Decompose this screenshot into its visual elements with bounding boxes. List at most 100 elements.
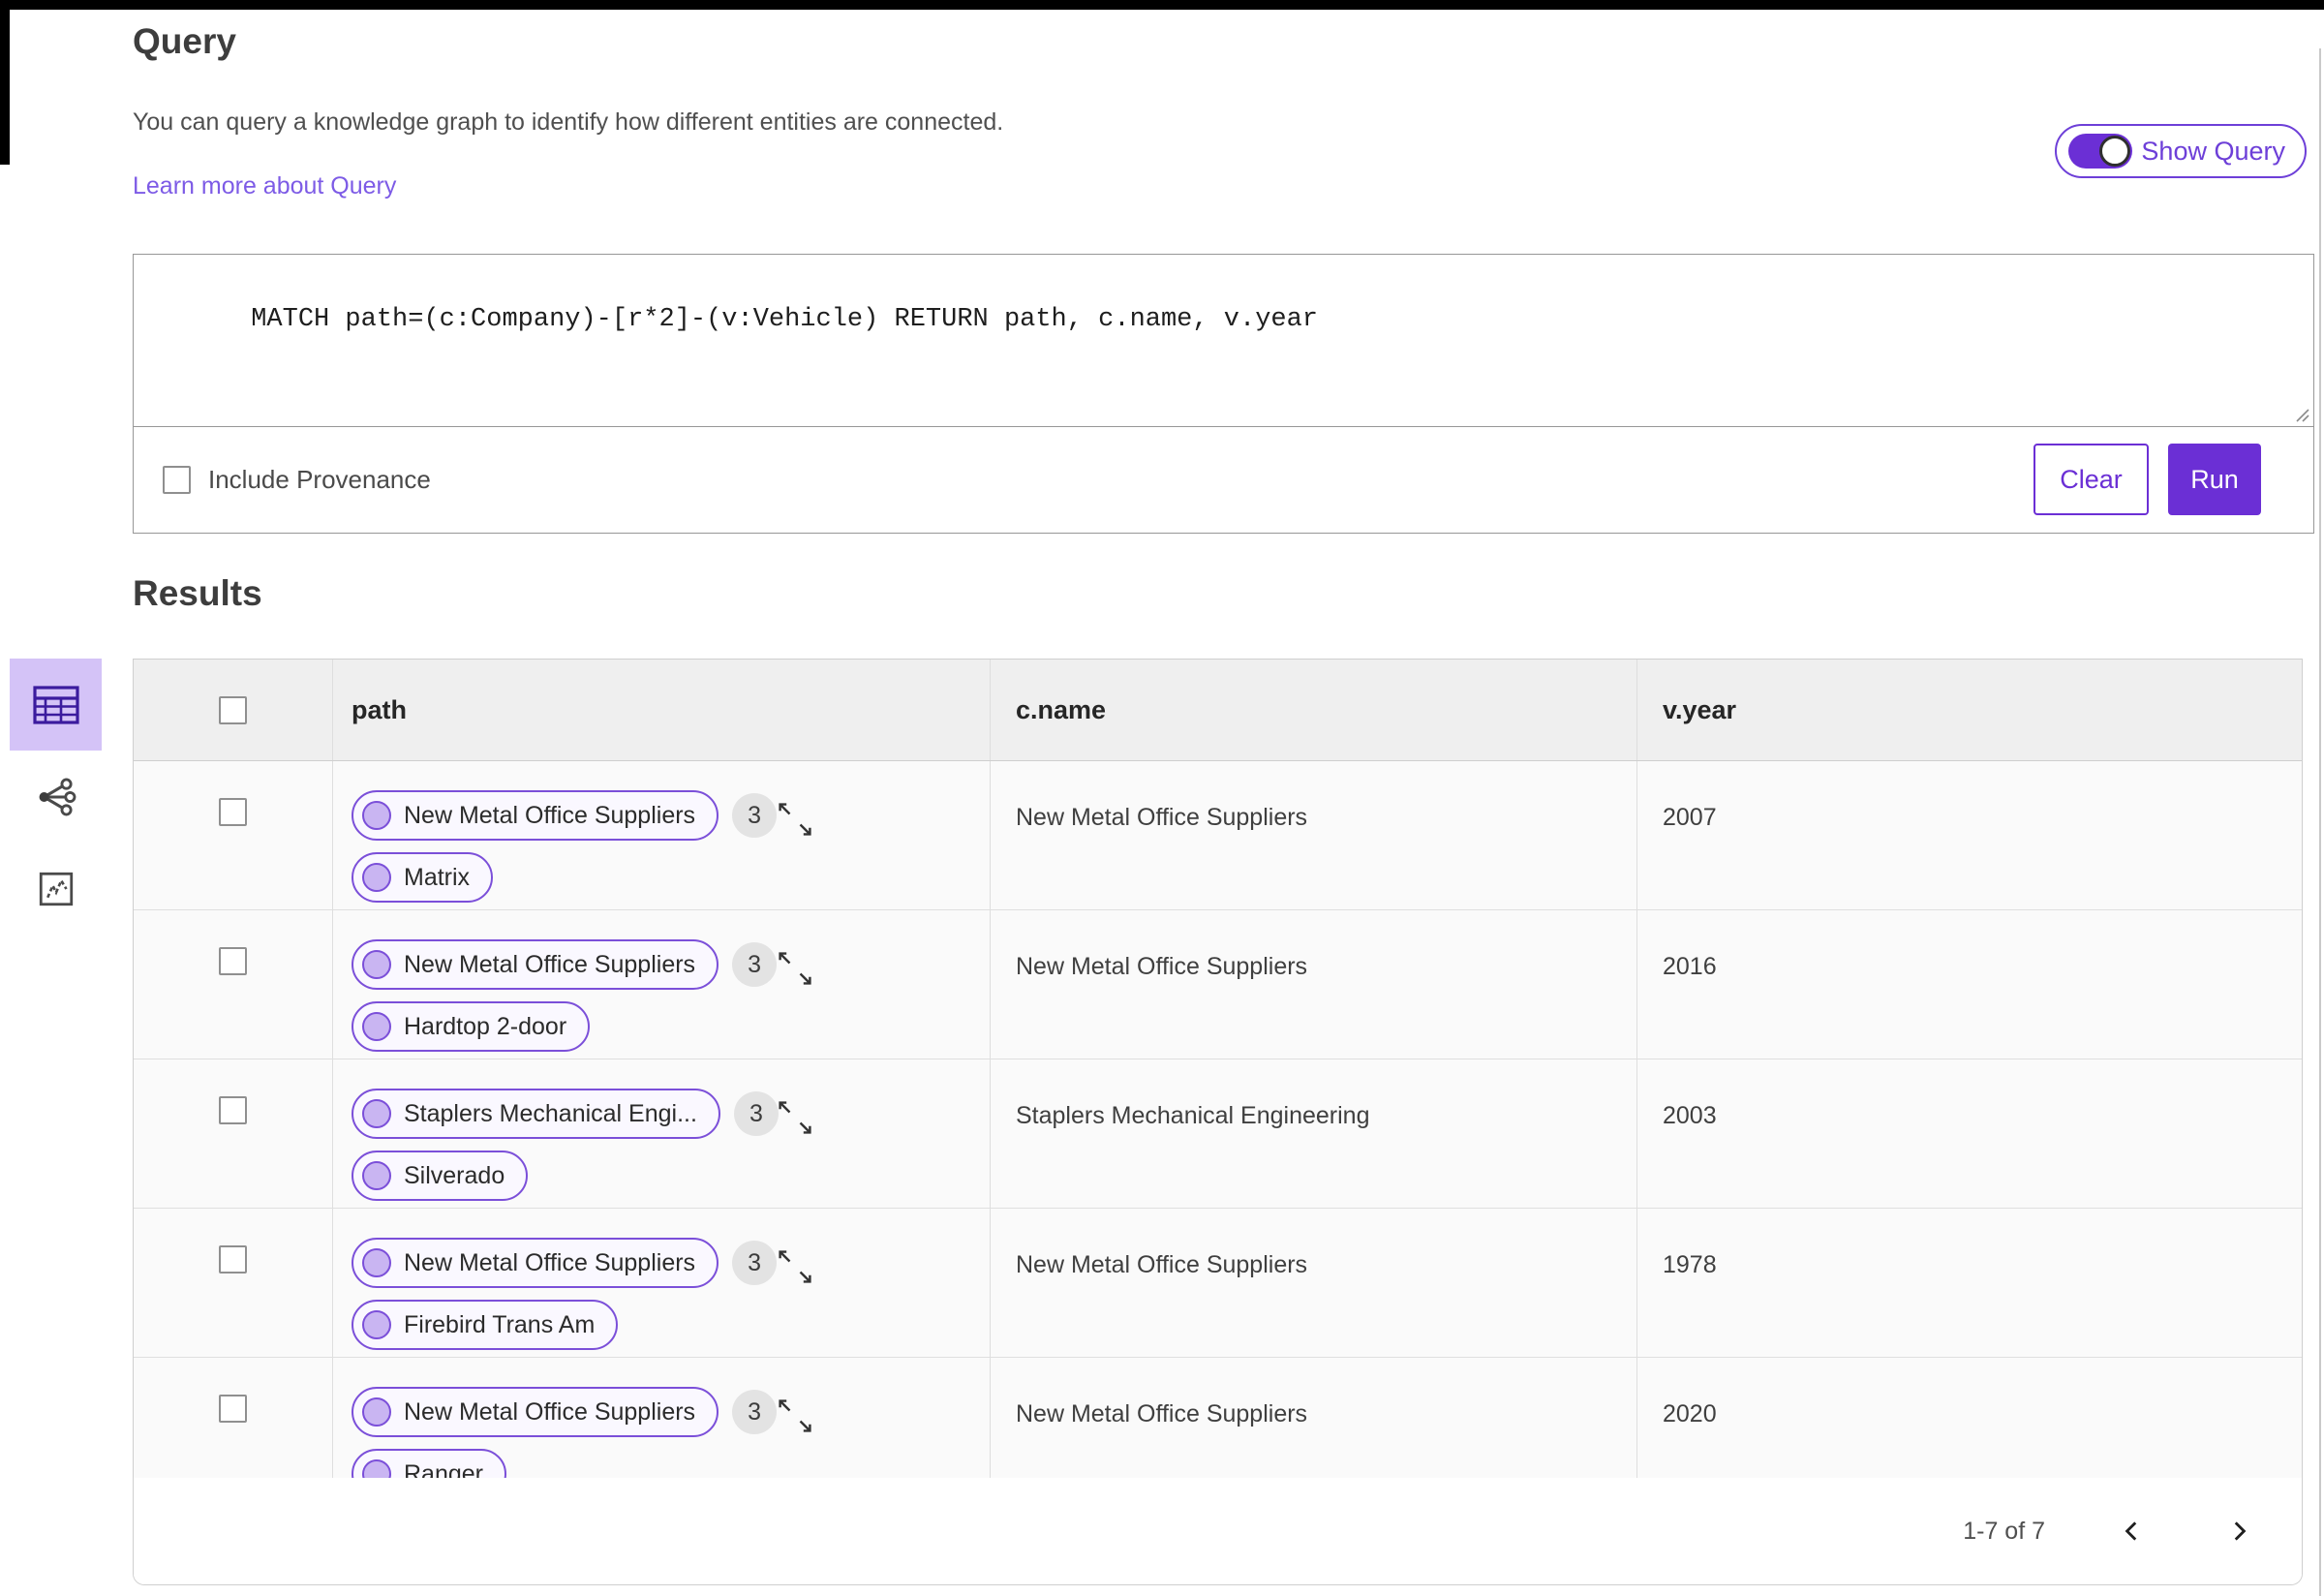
chevron-left-icon	[2125, 1521, 2137, 1541]
pagination-bar: 1-7 of 7	[134, 1478, 2302, 1584]
row-checkbox-cell	[134, 1358, 333, 1478]
query-page: Query You can query a knowledge graph to…	[0, 0, 2324, 1596]
path-node-pill[interactable]: Firebird Trans Am	[352, 1300, 619, 1350]
run-button[interactable]: Run	[2168, 444, 2261, 515]
cname-value: New Metal Office Suppliers	[1016, 1251, 1308, 1278]
row-checkbox-cell	[134, 910, 333, 1059]
path-node-label: Matrix	[404, 863, 471, 891]
table-row: New Metal Office Suppliers 3	[134, 910, 2302, 1059]
table-row: New Metal Office Suppliers 3	[134, 761, 2302, 910]
view-graph-button[interactable]	[10, 751, 102, 843]
vyear-value: 2007	[1663, 804, 1717, 831]
vyear-value: 2003	[1663, 1102, 1717, 1129]
node-icon	[362, 1099, 391, 1128]
vyear-cell: 2016	[1637, 910, 2302, 1059]
path-node-label: New Metal Office Suppliers	[404, 950, 696, 978]
query-input[interactable]: MATCH path=(c:Company)-[r*2]-(v:Vehicle)…	[134, 255, 2313, 427]
graph-view-icon	[39, 778, 76, 815]
vyear-cell: 1978	[1637, 1209, 2302, 1357]
include-provenance-label: Include Provenance	[208, 464, 431, 494]
row-checkbox[interactable]	[219, 947, 247, 975]
clear-button[interactable]: Clear	[2034, 444, 2149, 515]
node-icon	[362, 863, 391, 892]
include-provenance-checkbox[interactable]	[163, 465, 191, 494]
table-view-icon	[32, 685, 79, 724]
resize-handle-icon[interactable]	[2293, 406, 2310, 423]
row-checkbox[interactable]	[219, 1096, 247, 1124]
path-node-pill[interactable]: New Metal Office Suppliers	[352, 790, 719, 841]
vyear-cell: 2003	[1637, 1059, 2302, 1208]
path-node-pill[interactable]: Matrix	[352, 852, 494, 903]
column-header-cname: c.name	[991, 660, 1637, 760]
toggle-on-icon[interactable]	[2068, 134, 2133, 169]
expand-icon[interactable]	[774, 798, 816, 841]
scatter-view-icon	[39, 872, 73, 905]
path-node-label: New Metal Office Suppliers	[404, 801, 696, 829]
expand-icon[interactable]	[774, 1245, 816, 1288]
expand-icon[interactable]	[774, 947, 816, 990]
path-node-pill[interactable]: Staplers Mechanical Engi...	[352, 1089, 720, 1139]
window-left-border	[0, 0, 10, 165]
row-checkbox[interactable]	[219, 798, 247, 826]
show-query-label: Show Query	[2141, 136, 2285, 166]
chevron-right-icon	[2234, 1521, 2247, 1541]
path-count-badge: 3	[733, 1091, 779, 1136]
path-cell: Staplers Mechanical Engi... 3 Silverado	[333, 1059, 991, 1208]
cname-value: New Metal Office Suppliers	[1016, 804, 1308, 831]
view-table-button[interactable]	[10, 659, 102, 751]
results-view-rail	[10, 659, 102, 935]
row-checkbox-cell	[134, 1209, 333, 1357]
path-node-label: Firebird Trans Am	[404, 1310, 596, 1338]
select-all-checkbox[interactable]	[219, 695, 247, 724]
view-chart-button[interactable]	[10, 843, 102, 935]
path-cell: New Metal Office Suppliers 3	[333, 761, 991, 909]
path-node-pill[interactable]: New Metal Office Suppliers	[352, 1238, 719, 1288]
table-row: New Metal Office Suppliers 3	[134, 1358, 2302, 1478]
path-node-label: New Metal Office Suppliers	[404, 1397, 696, 1426]
vyear-cell: 2007	[1637, 761, 2302, 909]
pagination-range: 1-7 of 7	[1963, 1517, 2045, 1545]
path-node-pill[interactable]: Silverado	[352, 1151, 529, 1201]
path-node-label: Silverado	[404, 1161, 505, 1189]
header-checkbox-cell	[134, 660, 333, 760]
expand-icon[interactable]	[774, 1395, 816, 1437]
node-icon	[362, 1161, 391, 1190]
vyear-value: 1978	[1663, 1251, 1717, 1278]
page-description: You can query a knowledge graph to ident…	[133, 108, 1004, 136]
query-action-buttons: Clear Run	[2034, 444, 2261, 515]
cname-value: New Metal Office Suppliers	[1016, 1400, 1308, 1427]
vyear-value: 2016	[1663, 953, 1717, 980]
learn-more-link[interactable]: Learn more about Query	[133, 172, 396, 200]
path-cell: New Metal Office Suppliers 3	[333, 1209, 991, 1357]
show-query-toggle[interactable]: Show Query	[2055, 124, 2307, 178]
expand-icon[interactable]	[774, 1096, 816, 1139]
row-checkbox[interactable]	[219, 1245, 247, 1274]
row-checkbox-cell	[134, 1059, 333, 1208]
cname-cell: New Metal Office Suppliers	[991, 910, 1637, 1059]
include-provenance-control[interactable]: Include Provenance	[163, 465, 431, 495]
path-node-pill[interactable]: New Metal Office Suppliers	[352, 1387, 719, 1437]
row-checkbox-cell	[134, 761, 333, 909]
table-row: New Metal Office Suppliers 3	[134, 1209, 2302, 1358]
path-count-badge: 3	[732, 942, 778, 987]
path-node-pill[interactable]: Hardtop 2-door	[352, 1001, 591, 1052]
node-icon	[362, 1248, 391, 1277]
path-count-badge: 3	[732, 1390, 778, 1434]
path-node-pill[interactable]: Ranger	[352, 1449, 506, 1478]
node-icon	[362, 1459, 391, 1478]
pagination-previous-button[interactable]	[2113, 1512, 2152, 1550]
window-top-border	[0, 0, 2324, 10]
path-cell: New Metal Office Suppliers 3	[333, 1358, 991, 1478]
window-right-border	[2319, 48, 2321, 1596]
path-node-label: New Metal Office Suppliers	[404, 1248, 696, 1276]
pagination-next-button[interactable]	[2219, 1512, 2258, 1550]
page-title: Query	[133, 21, 236, 61]
query-footer: Include Provenance Clear Run	[134, 427, 2313, 532]
query-panel: MATCH path=(c:Company)-[r*2]-(v:Vehicle)…	[133, 254, 2314, 534]
row-checkbox[interactable]	[219, 1395, 247, 1423]
path-node-pill[interactable]: New Metal Office Suppliers	[352, 939, 719, 990]
path-cell: New Metal Office Suppliers 3	[333, 910, 991, 1059]
vyear-cell: 2020	[1637, 1358, 2302, 1478]
path-node-label: Staplers Mechanical Engi...	[404, 1099, 697, 1127]
cname-cell: New Metal Office Suppliers	[991, 761, 1637, 909]
